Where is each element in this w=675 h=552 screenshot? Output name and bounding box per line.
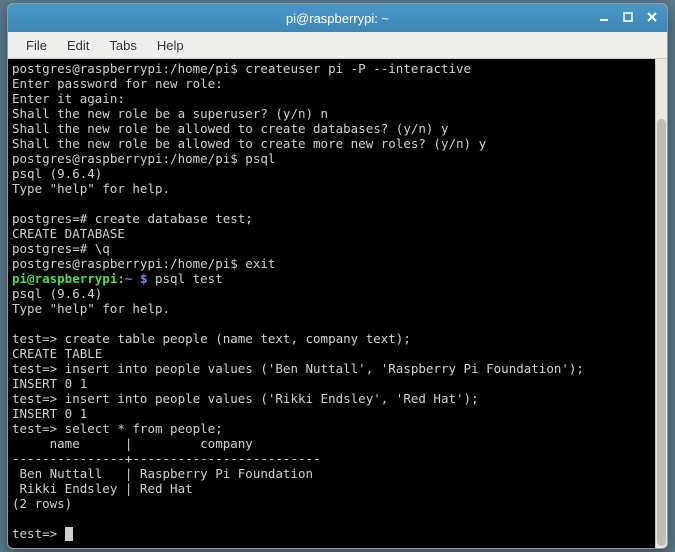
prompt-user: pi@raspberrypi [12,271,117,286]
line: Enter it again: [12,91,125,106]
close-icon [647,12,657,22]
scrollbar[interactable] [655,59,667,548]
line: Ben Nuttall | Raspberry Pi Foundation [12,466,313,481]
line: test=> [12,526,65,541]
line: Enter password for new role: [12,76,223,91]
line: postgres=# create database test; [12,211,253,226]
line: : [117,271,125,286]
line: Type "help" for help. [12,181,170,196]
line: INSERT 0 1 [12,376,87,391]
minimize-icon [599,12,609,22]
line: test=> select * from people; [12,421,223,436]
line: test=> insert into people values ('Rikki… [12,391,479,406]
line: postgres@raspberrypi:/home/pi$ [12,256,245,271]
line: ---------------+------------------------… [12,451,321,466]
window-controls [593,7,663,27]
terminal-area: postgres@raspberrypi:/home/pi$ createuse… [8,59,667,548]
scrollbar-thumb[interactable] [657,119,666,546]
line: postgres@raspberrypi:/home/pi$ [12,151,245,166]
line: postgres@raspberrypi:/home/pi$ [12,61,245,76]
terminal-window: pi@raspberrypi: ~ File Edit Tabs Help po… [7,3,668,549]
line: createuser pi -P --interactive [245,61,471,76]
line: Shall the new role be allowed to create … [12,136,486,151]
line: psql test [147,271,222,286]
line: Shall the new role be a superuser? (y/n)… [12,106,328,121]
line: exit [245,256,275,271]
line: CREATE TABLE [12,346,102,361]
line: psql (9.6.4) [12,286,102,301]
prompt-path: ~ $ [125,271,148,286]
line: CREATE DATABASE [12,226,125,241]
line: psql (9.6.4) [12,166,102,181]
menu-tabs[interactable]: Tabs [99,35,146,56]
line: INSERT 0 1 [12,406,87,421]
line: Rikki Endsley | Red Hat [12,481,193,496]
line: test=> insert into people values ('Ben N… [12,361,584,376]
minimize-button[interactable] [593,7,615,27]
maximize-icon [623,12,633,22]
terminal-output[interactable]: postgres@raspberrypi:/home/pi$ createuse… [8,59,655,548]
cursor [65,527,73,541]
menu-file[interactable]: File [16,35,57,56]
line: (2 rows) [12,496,72,511]
line: psql [245,151,275,166]
close-button[interactable] [641,7,663,27]
menu-edit[interactable]: Edit [57,35,99,56]
line: Shall the new role be allowed to create … [12,121,449,136]
window-title: pi@raspberrypi: ~ [8,11,667,26]
menubar: File Edit Tabs Help [8,32,667,59]
menu-help[interactable]: Help [147,35,194,56]
titlebar: pi@raspberrypi: ~ [8,4,667,32]
line: name | company [12,436,253,451]
line: test=> create table people (name text, c… [12,331,411,346]
line: postgres=# \q [12,241,110,256]
maximize-button[interactable] [617,7,639,27]
line: Type "help" for help. [12,301,170,316]
